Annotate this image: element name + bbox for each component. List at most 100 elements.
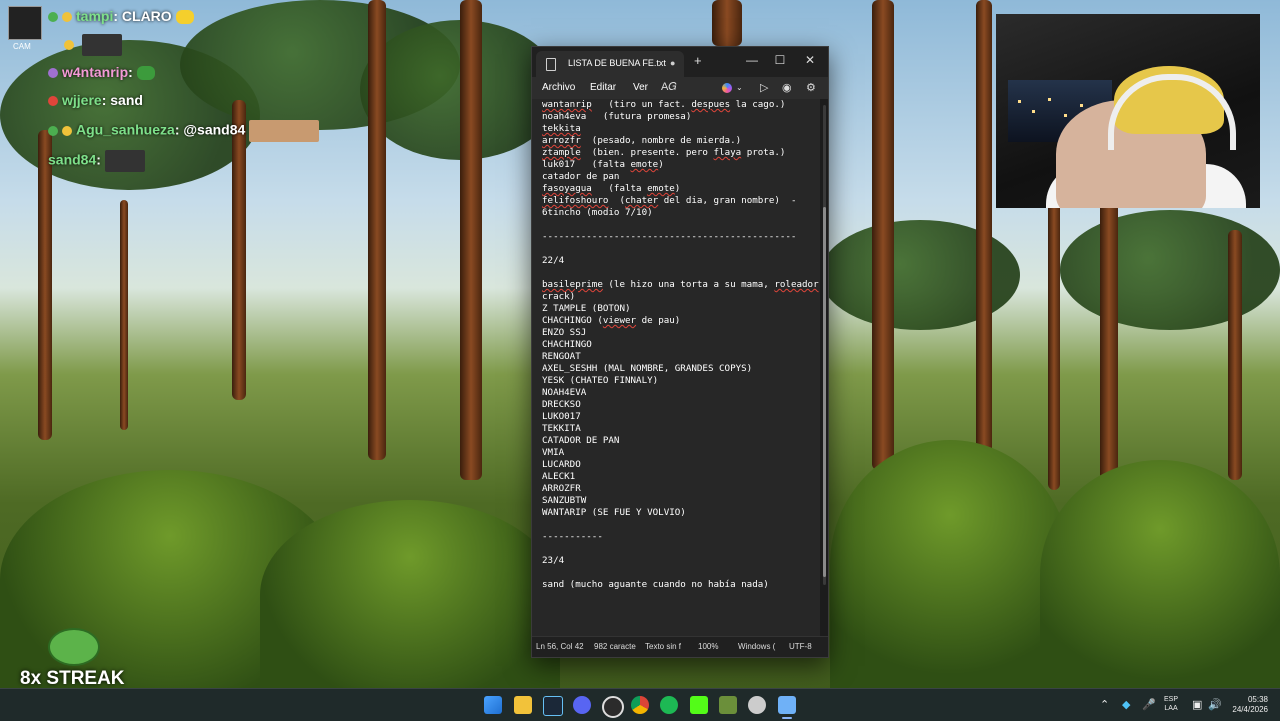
chat-separator: :	[128, 64, 137, 80]
vertical-scrollbar-thumb[interactable]	[823, 207, 826, 577]
bits-badge-icon	[64, 40, 74, 50]
chrome-icon[interactable]	[631, 696, 649, 714]
menu-bar: Archivo Editar Ver A𝐺 ⌄ ▷ ◉ ⚙	[532, 77, 828, 99]
webcam-feed	[996, 14, 1260, 208]
editor-line: LUKO017	[542, 411, 581, 422]
editor-line: TEKKITA	[542, 423, 581, 434]
status-bar: Ln 56, Col 42 982 caracte Texto sin f 10…	[532, 636, 828, 657]
steam-icon[interactable]	[543, 696, 563, 716]
editor-line: ----------------------------------------…	[542, 231, 797, 242]
editor-line: ENZO SSJ	[542, 327, 587, 338]
clock-date: 24/4/2026	[1232, 705, 1268, 714]
menu-editar[interactable]: Editar	[590, 82, 616, 93]
frog-streak-icon	[48, 628, 100, 666]
tab-lista-de-buena-fe[interactable]: LISTA DE BUENA FE.txt ●	[536, 51, 684, 77]
chat-message: w4ntanrip:	[48, 64, 155, 81]
chat-separator: :	[113, 8, 122, 24]
maximize-button[interactable]: ☐	[768, 50, 792, 70]
volume-icon[interactable]: 🔊	[1208, 698, 1222, 711]
close-button[interactable]: ✕	[798, 50, 822, 70]
spotify-icon[interactable]	[660, 696, 678, 714]
editor-line: Z TAMPLE (BOTON)	[542, 303, 631, 314]
badge-icon	[48, 96, 58, 107]
editor-line: ARROZFR	[542, 483, 581, 494]
minimize-button[interactable]: —	[740, 50, 764, 70]
minecraft-icon[interactable]	[719, 696, 737, 714]
bits-badge-icon	[62, 12, 72, 23]
language-code: ESP	[1164, 696, 1179, 703]
editor-line: sand (mucho aguante cuando no había nada…	[542, 579, 769, 590]
taskbar: ⌃ ◆ 🎤 ESP LAA ▣ 🔊 05:38 24/4/2026	[0, 688, 1280, 721]
notepad-taskbar-icon[interactable]	[778, 696, 796, 714]
keyboard-layout: LAA	[1164, 705, 1178, 712]
editor-line: arrozfr (pesado, nombre de mierda.)	[542, 135, 742, 146]
editor-line: fasoyagua (falta emote)	[542, 183, 681, 194]
chat-text: sand	[110, 92, 143, 108]
editor-line: crack)	[542, 291, 576, 302]
editor-line: LUCARDO	[542, 459, 581, 470]
ccleaner-icon[interactable]	[748, 696, 766, 714]
menu-archivo[interactable]: Archivo	[542, 82, 575, 93]
file-explorer-icon[interactable]	[514, 696, 532, 714]
editor-line: noah4eva (futura promesa)	[542, 111, 692, 122]
notepad-window: LISTA DE BUENA FE.txt ● + — ☐ ✕ Archivo …	[531, 46, 829, 658]
cam-label: CAM	[13, 42, 31, 51]
unsaved-indicator[interactable]: ●	[670, 58, 675, 68]
editor-line: basileprime (le hizo una torta a su mama…	[542, 279, 819, 290]
text-format-icon[interactable]: A𝐺	[661, 81, 677, 94]
editor-line: CHACHINGO (viewer de pau)	[542, 315, 681, 326]
editor-line: -----------	[542, 531, 603, 542]
copilot-icon[interactable]	[722, 83, 732, 93]
encoding: UTF-8	[789, 642, 812, 651]
editor-line: WANTARIP (SE FUE Y VOLVIO)	[542, 507, 686, 518]
microphone-icon[interactable]: 🎤	[1142, 698, 1156, 711]
menu-ver[interactable]: Ver	[633, 82, 648, 93]
text-editor[interactable]: wantanrip (tiro un fact. despues la cago…	[532, 99, 820, 637]
chat-text: CLARO	[121, 8, 172, 24]
chat-message	[64, 34, 122, 56]
notepad-document-icon	[546, 58, 556, 71]
bits-badge-icon	[62, 126, 72, 136]
language-indicator[interactable]: ESP LAA	[1164, 695, 1178, 713]
editor-line: tekkita	[542, 123, 581, 134]
character-count: 982 caracte	[594, 642, 636, 651]
discord-icon[interactable]	[573, 696, 591, 714]
emote-icon	[81, 34, 122, 56]
new-tab-button[interactable]: +	[694, 53, 702, 68]
editor-line: SANZUBTW	[542, 495, 587, 506]
line-ending: Windows (	[738, 642, 776, 651]
active-app-indicator	[782, 717, 792, 719]
editor-line: 23/4	[542, 555, 565, 566]
gear-icon[interactable]: ⚙	[806, 81, 816, 94]
windows-start-icon[interactable]	[484, 696, 502, 714]
chat-username: Agu_sanhueza	[76, 121, 175, 138]
zoom-level[interactable]: 100%	[698, 642, 718, 651]
chat-message: tampi: CLARO	[48, 8, 194, 25]
chat-message: Agu_sanhueza: @sand84	[48, 120, 320, 142]
chat-separator: :	[101, 92, 111, 108]
shield-icon[interactable]: ◆	[1122, 698, 1130, 711]
title-bar[interactable]: LISTA DE BUENA FE.txt ● + — ☐ ✕	[532, 47, 828, 77]
editor-line: luk017 (falta emote)	[542, 159, 664, 170]
chat-username: sand84	[48, 151, 97, 168]
cursor-position: Ln 56, Col 42	[536, 642, 584, 651]
editor-line: DRECKSO	[542, 399, 581, 410]
kick-icon[interactable]	[690, 696, 708, 714]
system-clock[interactable]: 05:38 24/4/2026	[1222, 695, 1268, 715]
editor-line: ztample (bien. presente. pero flaya prot…	[542, 147, 786, 158]
tab-title: LISTA DE BUENA FE.txt	[568, 58, 666, 68]
face-emote-icon	[249, 120, 320, 142]
account-icon[interactable]: ◉	[782, 81, 792, 94]
megaphone-icon[interactable]: ▷	[760, 81, 768, 94]
network-icon[interactable]: ▣	[1192, 698, 1202, 711]
editor-line: wantanrip (tiro un fact. despues la cago…	[542, 99, 786, 110]
chat-username: w4ntanrip	[62, 64, 129, 80]
chevron-up-icon[interactable]: ⌃	[1100, 698, 1109, 711]
editor-line: NOAH4EVA	[542, 387, 587, 398]
chat-username: tampi	[76, 8, 114, 24]
chevron-down-icon[interactable]: ⌄	[736, 83, 743, 92]
obs-icon[interactable]	[602, 696, 624, 718]
